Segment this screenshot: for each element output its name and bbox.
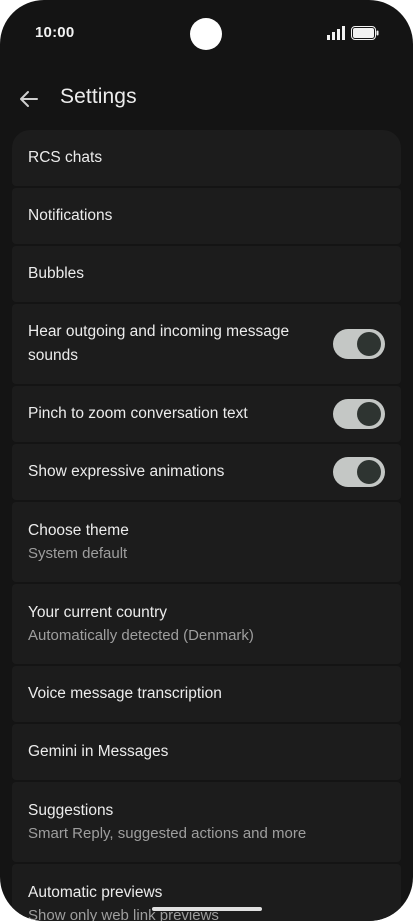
toggle-thumb <box>357 402 381 426</box>
signal-icon <box>327 26 345 40</box>
pinch-zoom-toggle[interactable] <box>333 399 385 429</box>
setting-voice-transcription[interactable]: Voice message transcription <box>12 666 401 722</box>
app-bar: Settings <box>0 72 413 124</box>
message-sounds-toggle[interactable] <box>333 329 385 359</box>
setting-label: Voice message transcription <box>28 685 222 702</box>
setting-label: Show expressive animations <box>28 463 225 480</box>
setting-label: Bubbles <box>28 265 85 282</box>
setting-label: Pinch to zoom conversation text <box>28 405 248 422</box>
setting-label: Your current country <box>28 604 168 621</box>
toggle-thumb <box>357 460 381 484</box>
setting-label: Hear outgoing and incoming message sound… <box>28 323 290 364</box>
setting-label: Choose theme <box>28 522 129 539</box>
battery-icon <box>351 26 379 40</box>
phone-screen: 10:00 Settings RCS chats Notifications B… <box>0 0 413 921</box>
setting-label: RCS chats <box>28 149 103 166</box>
setting-value: Smart Reply, suggested actions and more <box>28 825 307 842</box>
setting-rcs-chats[interactable]: RCS chats <box>12 130 401 186</box>
settings-list: RCS chats Notifications Bubbles Hear out… <box>12 130 401 921</box>
status-bar: 10:00 <box>0 0 413 64</box>
setting-value: Automatically detected (Denmark) <box>28 627 254 644</box>
back-button[interactable] <box>16 86 42 112</box>
setting-suggestions[interactable]: Suggestions Smart Reply, suggested actio… <box>12 782 401 862</box>
setting-expressive-animations[interactable]: Show expressive animations <box>12 444 401 500</box>
setting-label: Notifications <box>28 207 113 224</box>
expressive-animations-toggle[interactable] <box>333 457 385 487</box>
setting-label: Gemini in Messages <box>28 743 169 760</box>
setting-label: Automatic previews <box>28 884 163 901</box>
setting-automatic-previews[interactable]: Automatic previews Show only web link pr… <box>12 864 401 921</box>
setting-value: System default <box>28 545 128 562</box>
home-indicator[interactable] <box>152 907 262 911</box>
setting-label: Suggestions <box>28 802 114 819</box>
setting-pinch-zoom[interactable]: Pinch to zoom conversation text <box>12 386 401 442</box>
toggle-thumb <box>357 332 381 356</box>
setting-current-country[interactable]: Your current country Automatically detec… <box>12 584 401 664</box>
camera-cutout <box>190 18 222 50</box>
setting-message-sounds[interactable]: Hear outgoing and incoming message sound… <box>12 304 401 384</box>
setting-bubbles[interactable]: Bubbles <box>12 246 401 302</box>
setting-gemini[interactable]: Gemini in Messages <box>12 724 401 780</box>
status-time: 10:00 <box>35 24 75 41</box>
page-title: Settings <box>60 85 137 108</box>
arrow-back-icon <box>20 91 38 107</box>
setting-notifications[interactable]: Notifications <box>12 188 401 244</box>
setting-choose-theme[interactable]: Choose theme System default <box>12 502 401 582</box>
